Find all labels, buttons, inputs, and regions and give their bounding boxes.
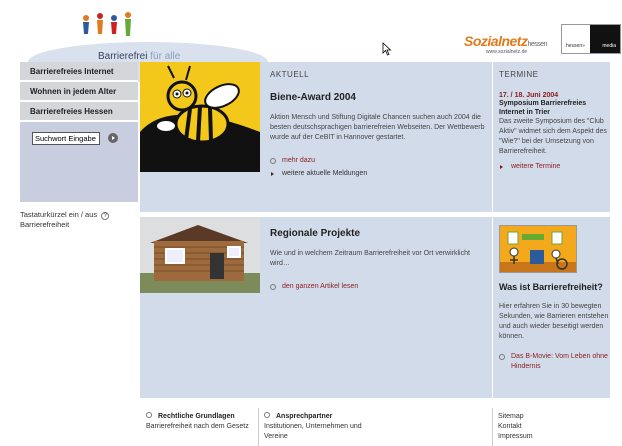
more-news-link[interactable]: weitere aktuelle Meldungen bbox=[270, 170, 490, 177]
footer-divider bbox=[492, 408, 493, 446]
hessen-media-logo[interactable]: hessen» media bbox=[561, 24, 621, 54]
house-photo[interactable] bbox=[140, 217, 260, 293]
footer-legal-title: Rechtliche Grundlagen bbox=[158, 413, 235, 420]
movie-link-label: Das B-Movie: Vom Leben ohne Hindernis bbox=[511, 353, 608, 370]
footer-link-kontakt[interactable]: Kontakt bbox=[498, 422, 598, 432]
people-figures-icon bbox=[83, 12, 131, 36]
projects-row: Regionale Projekte Wie und in welchem Ze… bbox=[140, 212, 610, 398]
footer-links: Sitemap Kontakt Impressum bbox=[498, 412, 598, 442]
logo-text: Barrierefrei für alle bbox=[98, 51, 181, 62]
bee-award-image[interactable] bbox=[140, 62, 260, 172]
footer-link-sitemap[interactable]: Sitemap bbox=[498, 412, 598, 422]
sidebar-item-hessen[interactable]: Barrierefreies Hessen bbox=[20, 102, 138, 122]
event-title[interactable]: Symposium Barrierefreies Internet in Tri… bbox=[499, 99, 610, 117]
footer-legal-title-row: Rechtliche Grundlagen bbox=[146, 412, 256, 422]
circle-bullet-icon bbox=[264, 412, 270, 418]
news-column: AKTUELL Biene-Award 2004 Aktion Mensch u… bbox=[270, 62, 490, 177]
sidebar: Barrierefreies Internet Wohnen in jedem … bbox=[20, 62, 138, 230]
footer-contacts[interactable]: Ansprechpartner Institutionen, Unternehm… bbox=[264, 412, 384, 442]
movie-link[interactable]: Das B-Movie: Vom Leben ohne Hindernis bbox=[499, 352, 610, 372]
projects-column: Regionale Projekte Wie und in welchem Ze… bbox=[270, 217, 490, 290]
page: Barrierefrei für alle Sozialnetzhessen w… bbox=[0, 0, 622, 446]
movie-question[interactable]: Was ist Barrierefreiheit? bbox=[499, 282, 610, 292]
bee-icon bbox=[140, 62, 260, 172]
projects-read-link-label: den ganzen Artikel lesen bbox=[282, 283, 359, 290]
circle-bullet-icon bbox=[499, 354, 505, 360]
circle-bullet-icon bbox=[270, 157, 276, 164]
more-events-link-label: weitere Termine bbox=[511, 163, 561, 170]
event-text: Das zweite Symposium des "Club Aktiv" wi… bbox=[499, 118, 607, 155]
more-news-link-label: weitere aktuelle Meldungen bbox=[282, 170, 368, 177]
search-go-button[interactable] bbox=[108, 133, 118, 143]
site-logo[interactable]: Barrierefrei für alle bbox=[20, 10, 268, 82]
projects-text: Wie und in welchem Zeitraum Barrierefrei… bbox=[270, 250, 470, 267]
sozialnetz-logo[interactable]: Sozialnetzhessen bbox=[464, 33, 548, 49]
circle-bullet-icon bbox=[146, 412, 152, 418]
projects-title[interactable]: Regionale Projekte bbox=[270, 228, 490, 239]
footer-link-impressum[interactable]: Impressum bbox=[498, 432, 598, 442]
arrow-bullet-icon bbox=[500, 164, 503, 169]
b-movie-image[interactable] bbox=[499, 225, 577, 273]
house-image bbox=[140, 217, 260, 293]
news-row: AKTUELL Biene-Award 2004 Aktion Mensch u… bbox=[140, 62, 610, 212]
main-content: AKTUELL Biene-Award 2004 Aktion Mensch u… bbox=[140, 62, 610, 398]
footer-contacts-text: Institutionen, Unternehmen und Vereine bbox=[264, 423, 362, 440]
movie-text: Hier erfahren Sie in 30 bewegten Sekunde… bbox=[499, 303, 609, 340]
news-section-label: AKTUELL bbox=[270, 70, 310, 79]
news-more-link[interactable]: mehr dazu bbox=[270, 157, 490, 164]
news-text: Aktion Mensch und Stiftung Digitale Chan… bbox=[270, 114, 485, 141]
footer-contacts-title-row: Ansprechpartner bbox=[264, 412, 384, 422]
event-date: 17. / 18. Juni 2004 bbox=[499, 92, 559, 99]
termine-column: TERMINE 17. / 18. Juni 2004 Symposium Ba… bbox=[492, 62, 610, 212]
arrow-bullet-icon bbox=[271, 171, 274, 176]
help-icon[interactable]: ? bbox=[101, 212, 110, 220]
sidebar-item-internet[interactable]: Barrierefreies Internet bbox=[20, 62, 138, 82]
mouse-pointer-icon bbox=[382, 42, 392, 56]
search-input[interactable] bbox=[32, 132, 100, 145]
cartoon-icon bbox=[500, 226, 576, 272]
search-panel bbox=[20, 122, 138, 202]
circle-bullet-icon bbox=[270, 283, 276, 290]
footer-legal[interactable]: Rechtliche Grundlagen Barrierefreiheit n… bbox=[146, 412, 256, 432]
hessen-media-right: media bbox=[602, 43, 616, 49]
movie-column: Was ist Barrierefreiheit? Hier erfahren … bbox=[492, 217, 610, 398]
footer-divider bbox=[258, 408, 259, 446]
sidebar-item-wohnen[interactable]: Wohnen in jedem Alter bbox=[20, 82, 138, 102]
shortcut-label-2: Barrierefreiheit bbox=[20, 220, 70, 229]
accessibility-shortcut-toggle[interactable]: Tastaturkürzel ein / aus ? Barrierefreih… bbox=[20, 210, 138, 230]
shortcut-label: Tastaturkürzel ein / aus bbox=[20, 210, 98, 219]
hessen-media-left: hessen» bbox=[566, 43, 585, 49]
termine-section-label: TERMINE bbox=[499, 70, 539, 79]
more-events-link[interactable]: weitere Termine bbox=[499, 163, 610, 170]
site-header: Barrierefrei für alle Sozialnetzhessen w… bbox=[12, 6, 621, 82]
footer-legal-text: Barrierefreiheit nach dem Gesetz bbox=[146, 423, 249, 430]
news-title[interactable]: Biene-Award 2004 bbox=[270, 92, 490, 103]
projects-read-link[interactable]: den ganzen Artikel lesen bbox=[270, 283, 490, 290]
footer-contacts-title: Ansprechpartner bbox=[276, 413, 333, 420]
site-footer: Rechtliche Grundlagen Barrierefreiheit n… bbox=[140, 408, 610, 446]
sozialnetz-url: www.sozialnetz.de bbox=[486, 49, 528, 55]
news-more-link-label: mehr dazu bbox=[282, 157, 316, 164]
